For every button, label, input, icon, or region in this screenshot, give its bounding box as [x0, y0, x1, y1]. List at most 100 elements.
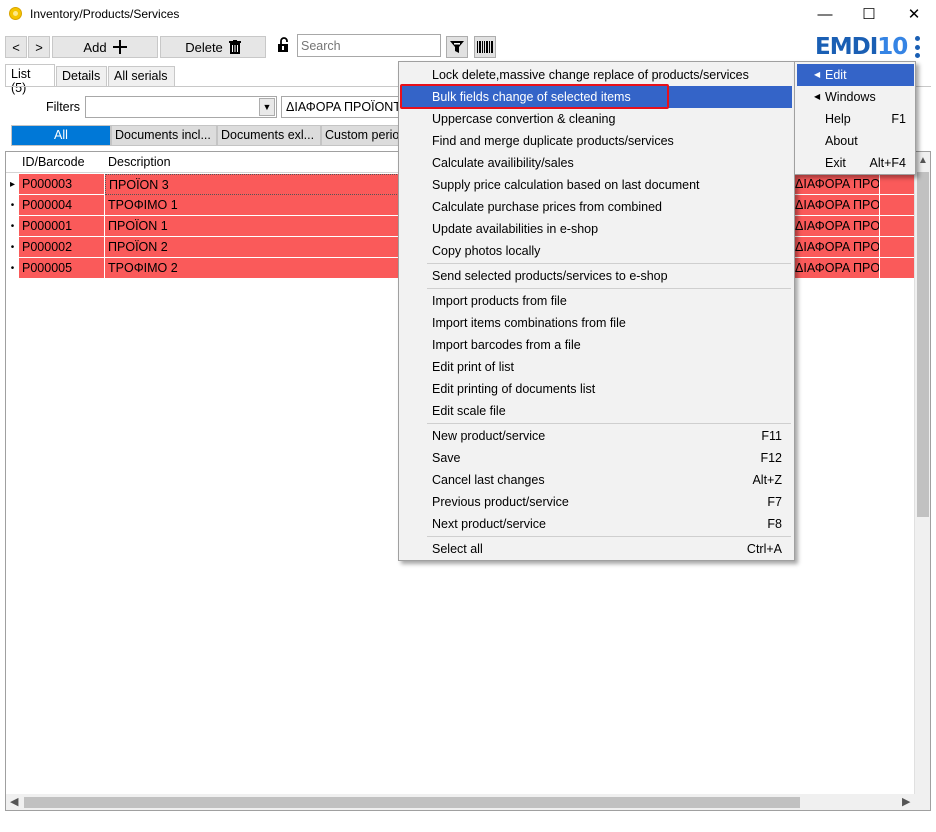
main-menu-label: About	[825, 134, 858, 148]
main-menu-help[interactable]: Help F1	[797, 108, 914, 130]
menu-item-shortcut: F11	[761, 429, 782, 443]
menu-item-label: Cancel last changes	[432, 473, 545, 487]
main-menu-label: Help	[825, 112, 851, 126]
close-button[interactable]: ✕	[891, 0, 936, 28]
column-header-id[interactable]: ID/Barcode	[22, 155, 85, 169]
menu-item-uppercase-conversion[interactable]: Uppercase convertion & cleaning	[401, 108, 792, 130]
cell-category[interactable]: ΔΙΑΦΟΡΑ ΠΡΟ	[792, 174, 880, 195]
filter-button[interactable]	[446, 36, 468, 58]
menu-item-shortcut: F12	[760, 451, 782, 465]
window-title: Inventory/Products/Services	[30, 7, 180, 21]
main-menu-edit[interactable]: ◀ Edit	[797, 64, 914, 86]
cell-category[interactable]: ΔΙΑΦΟΡΑ ΠΡΟ	[792, 237, 880, 258]
vertical-scrollbar[interactable]: ▲	[914, 152, 930, 810]
menu-item-import-barcodes[interactable]: Import barcodes from a file	[401, 334, 792, 356]
menu-item-save[interactable]: Save F12	[401, 447, 792, 469]
cell-id[interactable]: P000001	[19, 216, 105, 237]
main-menu-about[interactable]: About	[797, 130, 914, 152]
menu-item-label: Copy photos locally	[432, 244, 541, 258]
menu-item-copy-photos[interactable]: Copy photos locally	[401, 240, 792, 262]
menu-item-calculate-availability[interactable]: Calculate availibility/sales	[401, 152, 792, 174]
menu-item-next-product[interactable]: Next product/service F8	[401, 513, 792, 535]
menu-item-shortcut: Alt+Z	[752, 473, 782, 487]
plus-icon	[112, 40, 127, 54]
scroll-up-icon[interactable]: ▲	[918, 155, 928, 166]
menu-item-calculate-purchase-prices[interactable]: Calculate purchase prices from combined	[401, 196, 792, 218]
cell-description[interactable]: ΠΡΟΪΟΝ 2	[105, 237, 399, 258]
menu-item-import-combinations[interactable]: Import items combinations from file	[401, 312, 792, 334]
delete-button[interactable]: Delete	[160, 36, 266, 58]
tab-all-serials[interactable]: All serials	[108, 66, 175, 87]
scroll-left-icon[interactable]: ◀	[10, 795, 18, 808]
cell-id[interactable]: P000002	[19, 237, 105, 258]
menu-item-edit-print-list[interactable]: Edit print of list	[401, 356, 792, 378]
menu-item-update-eshop-availabilities[interactable]: Update availabilities in e-shop	[401, 218, 792, 240]
cell-id[interactable]: P000003	[19, 174, 105, 195]
logo-main: EMDI	[815, 34, 878, 60]
cell-description[interactable]: ΠΡΟΪΟΝ 1	[105, 216, 399, 237]
maximize-button[interactable]: ☐	[846, 0, 892, 28]
row-marker: •	[6, 237, 19, 258]
forward-button[interactable]: >	[28, 36, 50, 58]
menu-item-import-products[interactable]: Import products from file	[401, 290, 792, 312]
search-input[interactable]	[297, 34, 441, 57]
unlock-icon[interactable]	[277, 37, 291, 53]
menu-item-edit-printing-documents[interactable]: Edit printing of documents list	[401, 378, 792, 400]
column-header-description[interactable]: Description	[108, 155, 171, 169]
cell-category[interactable]: ΔΙΑΦΟΡΑ ΠΡΟ	[792, 258, 880, 279]
menu-item-shortcut: F7	[767, 495, 782, 509]
row-marker: ▸	[6, 174, 19, 195]
segment-documents-included[interactable]: Documents incl...	[111, 125, 217, 146]
menu-item-supply-price-calculation[interactable]: Supply price calculation based on last d…	[401, 174, 792, 196]
chevron-down-icon[interactable]: ▼	[259, 98, 275, 116]
chevron-right-icon: >	[35, 39, 43, 55]
cell-extra[interactable]	[880, 174, 916, 195]
tab-details[interactable]: Details	[56, 66, 107, 87]
menu-item-cancel-changes[interactable]: Cancel last changes Alt+Z	[401, 469, 792, 491]
horizontal-scrollbar[interactable]: ◀ ▶	[6, 794, 916, 810]
main-menu: ◀ Edit ◀ Windows Help F1 About Exit Alt+F4	[794, 61, 916, 175]
menu-item-find-merge-duplicates[interactable]: Find and merge duplicate products/servic…	[401, 130, 792, 152]
segment-all[interactable]: All	[11, 125, 111, 146]
cell-extra[interactable]	[880, 258, 916, 279]
menu-item-new-product[interactable]: New product/service F11	[401, 425, 792, 447]
segment-documents-excluded[interactable]: Documents exl...	[217, 125, 321, 146]
menu-item-send-to-eshop[interactable]: Send selected products/services to e-sho…	[401, 265, 792, 287]
menu-item-label: Supply price calculation based on last d…	[432, 178, 700, 192]
filter-value-field[interactable]: ΔΙΑΦΟΡΑ ΠΡΟΪΟΝΤΑ	[281, 96, 399, 118]
cell-description[interactable]: ΤΡΟΦΙΜΟ 1	[105, 195, 399, 216]
menu-item-select-all[interactable]: Select all Ctrl+A	[401, 538, 792, 560]
tab-list[interactable]: List (5)	[5, 64, 55, 95]
app-icon	[9, 7, 22, 20]
cell-id[interactable]: P000004	[19, 195, 105, 216]
cell-id[interactable]: P000005	[19, 258, 105, 279]
minimize-button[interactable]: —	[802, 0, 848, 28]
cell-description[interactable]: ΤΡΟΦΙΜΟ 2	[105, 258, 399, 279]
vertical-scroll-thumb[interactable]	[917, 172, 929, 517]
trash-icon	[228, 40, 241, 54]
horizontal-scroll-thumb[interactable]	[24, 797, 800, 808]
back-button[interactable]: <	[5, 36, 27, 58]
main-menu-exit[interactable]: Exit Alt+F4	[797, 152, 914, 174]
cell-extra[interactable]	[880, 237, 916, 258]
menu-item-label: Bulk fields change of selected items	[432, 90, 631, 104]
menu-item-edit-scale-file[interactable]: Edit scale file	[401, 400, 792, 422]
cell-extra[interactable]	[880, 216, 916, 237]
menu-item-label: Find and merge duplicate products/servic…	[432, 134, 674, 148]
menu-item-lock-delete[interactable]: Lock delete,massive change replace of pr…	[401, 64, 792, 86]
menu-item-bulk-fields-change[interactable]: Bulk fields change of selected items	[401, 86, 792, 108]
cell-description[interactable]: ΠΡΟΪΟΝ 3	[105, 174, 399, 195]
kebab-menu-icon[interactable]	[913, 36, 921, 58]
add-button[interactable]: Add	[52, 36, 158, 58]
menu-item-previous-product[interactable]: Previous product/service F7	[401, 491, 792, 513]
cell-extra[interactable]	[880, 195, 916, 216]
cell-category[interactable]: ΔΙΑΦΟΡΑ ΠΡΟ	[792, 216, 880, 237]
filter-combo[interactable]: ▼	[85, 96, 277, 118]
menu-item-label: Next product/service	[432, 517, 546, 531]
main-menu-windows[interactable]: ◀ Windows	[797, 86, 914, 108]
segment-custom-period[interactable]: Custom period	[321, 125, 401, 146]
scroll-right-icon[interactable]: ▶	[902, 795, 910, 808]
cell-category[interactable]: ΔΙΑΦΟΡΑ ΠΡΟ	[792, 195, 880, 216]
menu-item-label: Calculate availibility/sales	[432, 156, 574, 170]
barcode-button[interactable]	[474, 36, 496, 58]
